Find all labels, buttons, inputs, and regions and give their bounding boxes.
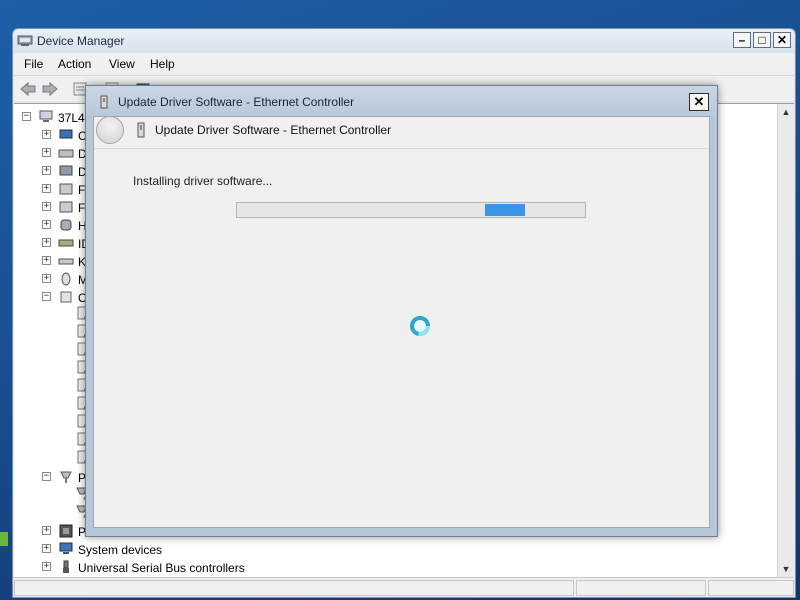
status-text: Installing driver software... bbox=[133, 174, 273, 188]
expand-icon[interactable]: + bbox=[42, 544, 51, 553]
menu-action[interactable]: Action bbox=[58, 57, 91, 71]
collapse-icon[interactable]: − bbox=[22, 112, 31, 121]
device-manager-titlebar[interactable]: Device Manager – □ ✕ bbox=[13, 29, 795, 53]
minimize-button[interactable]: – bbox=[733, 32, 751, 48]
collapse-icon[interactable]: − bbox=[42, 472, 51, 481]
expand-icon[interactable]: + bbox=[42, 166, 51, 175]
expand-icon[interactable]: + bbox=[42, 184, 51, 193]
progress-bar bbox=[236, 202, 586, 218]
back-arrow-icon[interactable] bbox=[19, 81, 37, 97]
expand-icon[interactable]: + bbox=[42, 562, 51, 571]
computer-icon bbox=[59, 129, 73, 139]
status-cell bbox=[14, 580, 574, 596]
back-button[interactable] bbox=[96, 116, 124, 144]
busy-spinner-icon bbox=[410, 316, 430, 336]
taskbar-edge bbox=[0, 532, 8, 546]
expand-icon[interactable]: + bbox=[42, 148, 51, 157]
expand-icon[interactable]: + bbox=[42, 202, 51, 211]
menu-help[interactable]: Help bbox=[150, 57, 175, 71]
computer-icon bbox=[39, 110, 53, 122]
status-cell bbox=[708, 580, 794, 596]
hid-icon bbox=[60, 219, 72, 231]
ide-controller-icon bbox=[58, 239, 74, 247]
forward-arrow-icon[interactable] bbox=[41, 81, 59, 97]
expand-icon[interactable]: + bbox=[42, 274, 51, 283]
status-bar bbox=[14, 577, 794, 597]
network-adapter-icon bbox=[137, 122, 145, 138]
dialog-header: Update Driver Software - Ethernet Contro… bbox=[94, 116, 709, 148]
close-button[interactable]: ✕ bbox=[773, 32, 791, 48]
menubar: File Action View Help bbox=[14, 53, 794, 75]
network-adapter-icon bbox=[100, 95, 108, 109]
maximize-button[interactable]: □ bbox=[753, 32, 771, 48]
expand-icon[interactable]: + bbox=[42, 256, 51, 265]
window-title: Device Manager bbox=[37, 34, 125, 48]
vertical-scrollbar[interactable]: ▲ ▼ bbox=[777, 104, 794, 577]
status-cell bbox=[576, 580, 706, 596]
collapse-icon[interactable]: − bbox=[42, 292, 51, 301]
dialog-header-title: Update Driver Software - Ethernet Contro… bbox=[155, 123, 392, 137]
tree-item-label: Universal Serial Bus controllers bbox=[78, 561, 245, 575]
expand-icon[interactable]: + bbox=[42, 220, 51, 229]
dialog-titlebar[interactable]: Update Driver Software - Ethernet Contro… bbox=[86, 86, 717, 116]
processor-icon bbox=[59, 524, 73, 538]
menu-file[interactable]: File bbox=[24, 57, 43, 71]
scroll-down-icon[interactable]: ▼ bbox=[778, 561, 794, 577]
update-driver-dialog: Update Driver Software - Ethernet Contro… bbox=[85, 85, 718, 537]
floppy-icon bbox=[59, 183, 73, 195]
tree-item-label: System devices bbox=[78, 543, 163, 557]
display-adapter-icon bbox=[59, 165, 73, 176]
menu-view[interactable]: View bbox=[109, 57, 135, 71]
mouse-icon bbox=[61, 272, 71, 286]
expand-icon[interactable]: + bbox=[42, 130, 51, 139]
progress-marquee-chunk bbox=[485, 204, 525, 216]
system-devices-icon bbox=[59, 542, 73, 554]
expand-icon[interactable]: + bbox=[42, 238, 51, 247]
device-manager-icon bbox=[17, 35, 33, 46]
dialog-title: Update Driver Software - Ethernet Contro… bbox=[118, 95, 355, 109]
dialog-content: Installing driver software... bbox=[94, 148, 709, 527]
other-devices-icon bbox=[60, 291, 72, 303]
disk-drive-icon bbox=[58, 149, 74, 158]
close-button[interactable]: ✕ bbox=[689, 93, 709, 111]
scroll-up-icon[interactable]: ▲ bbox=[778, 104, 794, 120]
usb-icon bbox=[63, 560, 69, 573]
expand-icon[interactable]: + bbox=[42, 526, 51, 535]
keyboard-icon bbox=[58, 258, 74, 265]
ports-icon bbox=[60, 471, 72, 483]
floppy-controller-icon bbox=[59, 201, 73, 213]
dialog-body: Update Driver Software - Ethernet Contro… bbox=[93, 116, 710, 528]
